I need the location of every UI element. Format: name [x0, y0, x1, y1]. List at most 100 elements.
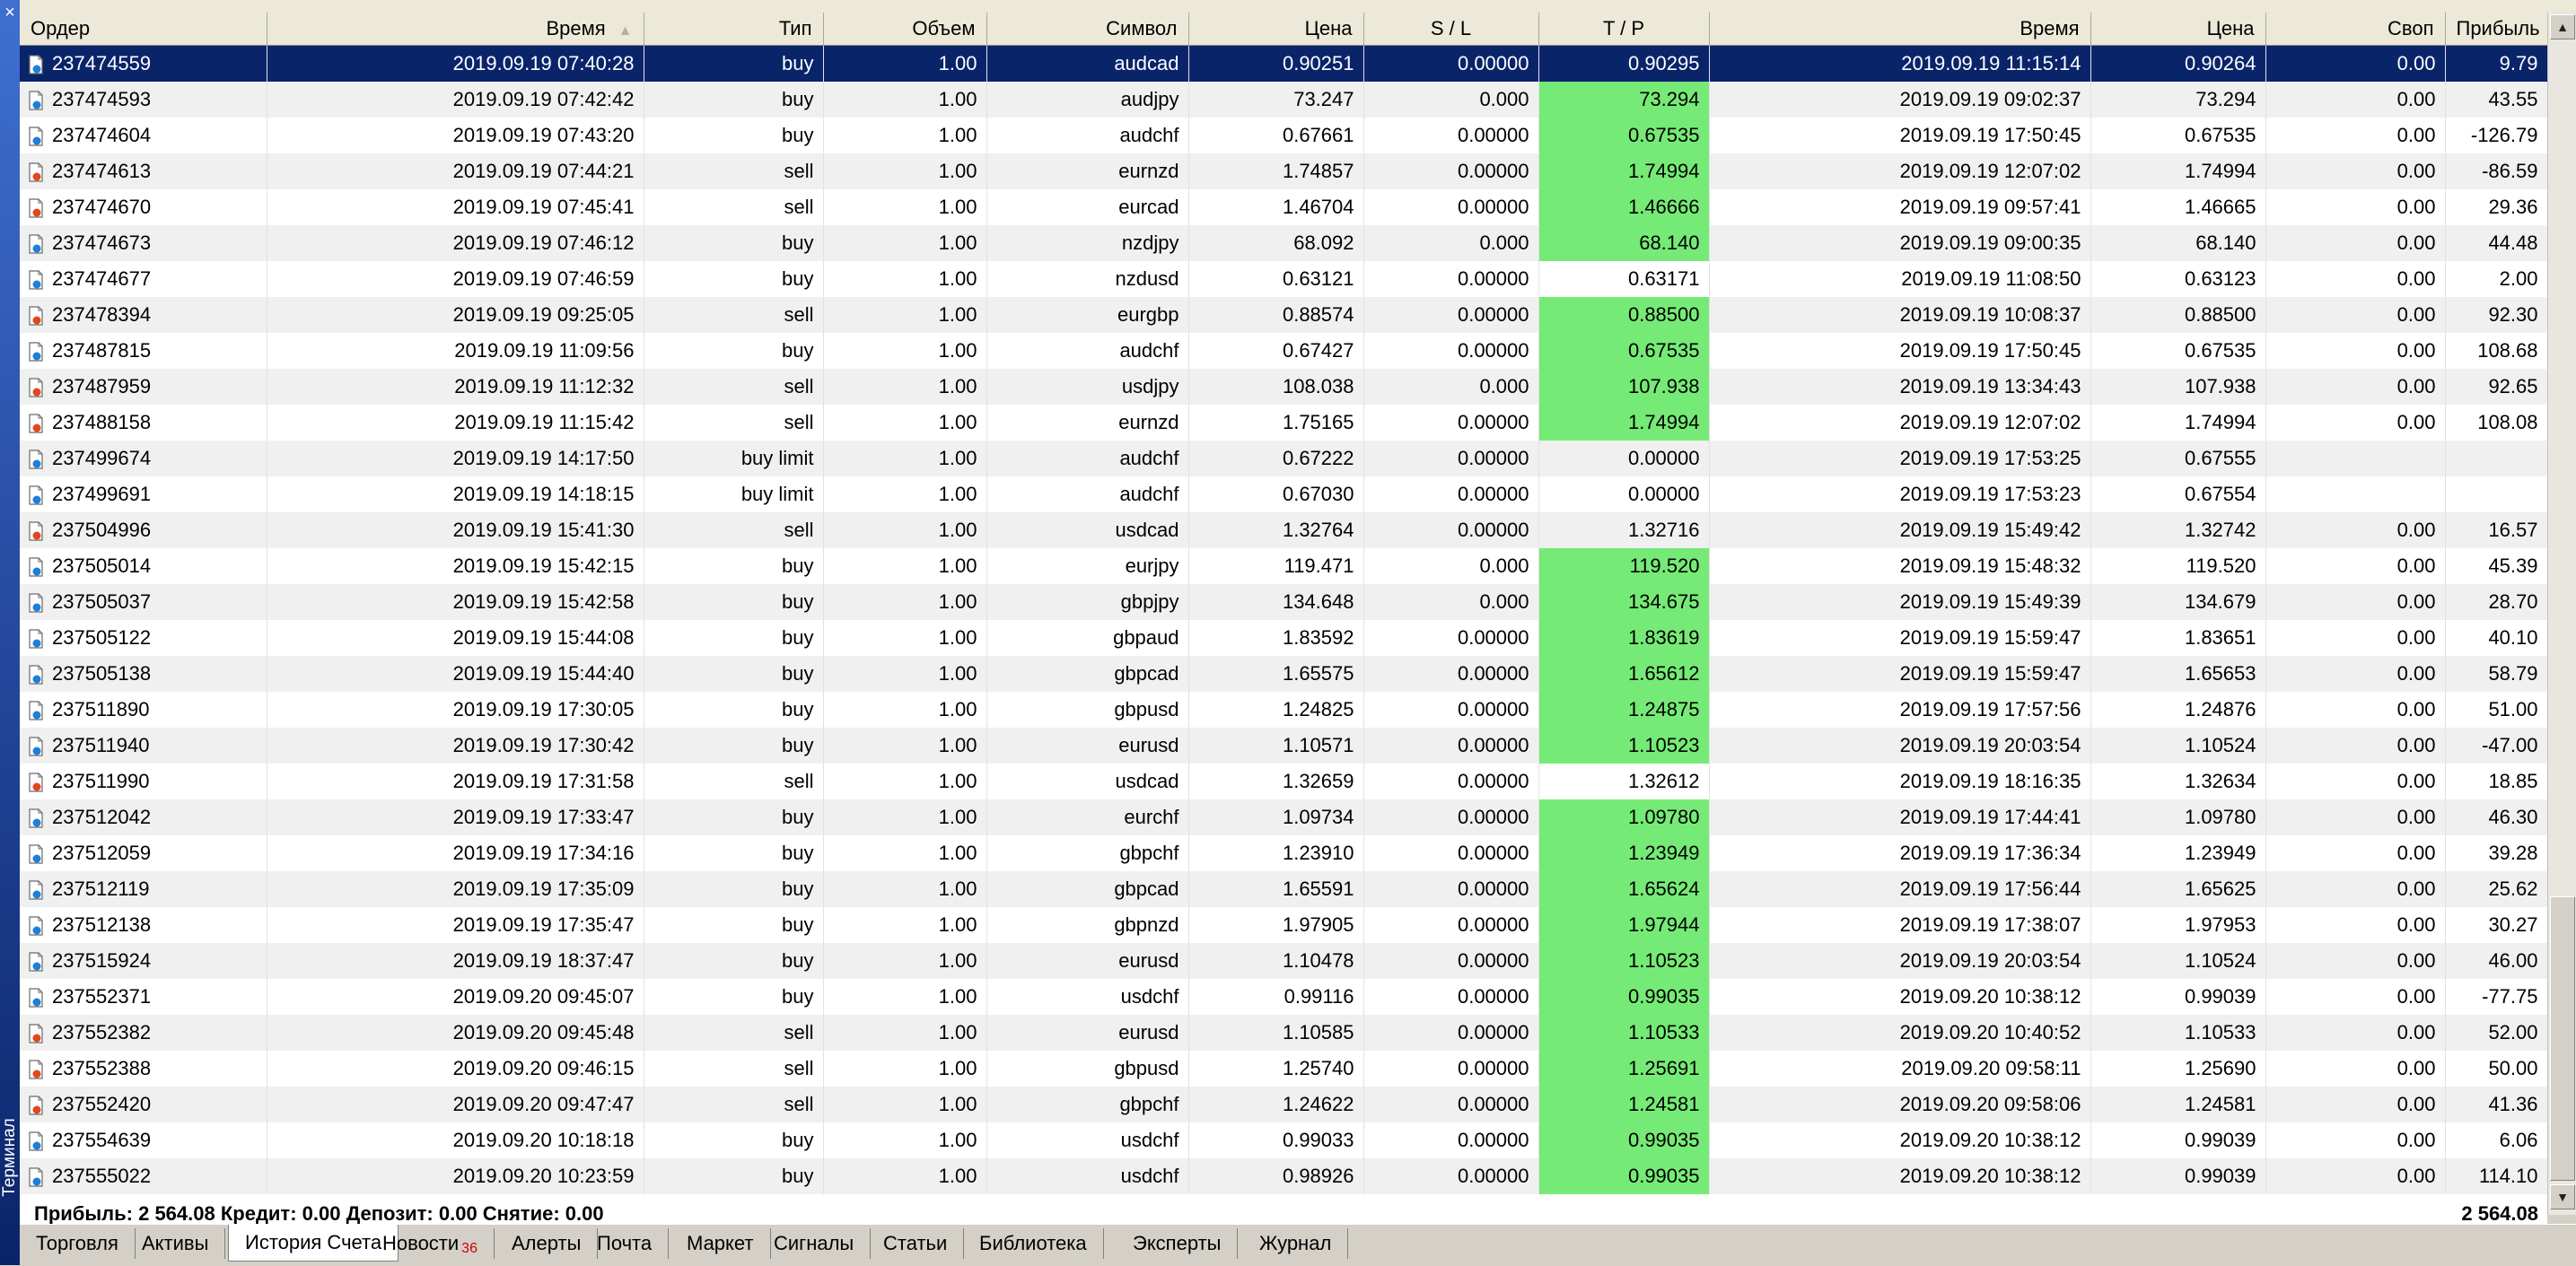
- table-row[interactable]: 237499674 2019.09.19 14:17:50 buy limit 1.0…: [20, 441, 2547, 476]
- column-header-price[interactable]: Цена: [1188, 13, 1364, 46]
- table-row[interactable]: 237488158 2019.09.19 11:15:42 sell 1.00 eurn…: [20, 405, 2547, 441]
- table-row[interactable]: 237478394 2019.09.19 09:25:05 sell 1.00 eurg…: [20, 297, 2547, 333]
- column-header-swap[interactable]: Своп: [2265, 13, 2446, 46]
- column-header-order[interactable]: Ордер: [20, 13, 267, 46]
- cell-profit: 18.85: [2445, 764, 2547, 799]
- table-row[interactable]: 237474593 2019.09.19 07:42:42 buy 1.00 audjp…: [20, 82, 2547, 118]
- cell-open-time: 2019.09.19 15:42:58: [267, 584, 644, 620]
- cell-type: buy: [644, 333, 824, 369]
- cell-open-time: 2019.09.19 17:35:09: [267, 871, 644, 907]
- order-number: 237511990: [52, 770, 150, 792]
- cell-order: 237511940: [20, 728, 267, 764]
- table-row[interactable]: 237474673 2019.09.19 07:46:12 buy 1.00 nzdjp…: [20, 225, 2547, 261]
- table-row[interactable]: 237505037 2019.09.19 15:42:58 buy 1.00 gbpjp…: [20, 584, 2547, 620]
- column-header-tp[interactable]: T / P: [1538, 13, 1710, 46]
- tab-8[interactable]: Статьи: [867, 1228, 965, 1259]
- vertical-scrollbar[interactable]: ▲ ▼: [2547, 13, 2576, 1215]
- cell-price: 73.247: [1188, 82, 1364, 118]
- table-row[interactable]: 237511990 2019.09.19 17:31:58 sell 1.00 usdc…: [20, 764, 2547, 799]
- table-row[interactable]: 237512059 2019.09.19 17:34:16 buy 1.00 gbpch…: [20, 835, 2547, 871]
- tab-5[interactable]: Почта: [581, 1228, 670, 1259]
- order-number: 237512059: [52, 842, 152, 864]
- table-row[interactable]: 237474677 2019.09.19 07:46:59 buy 1.00 nzdus…: [20, 261, 2547, 297]
- buy-order-icon: [29, 342, 45, 362]
- cell-profit: -126.79: [2445, 118, 2547, 153]
- tab-10[interactable]: Эксперты: [1117, 1228, 1239, 1259]
- tab-9[interactable]: Библиотека: [963, 1228, 1104, 1259]
- cell-volume: 1.00: [823, 620, 987, 656]
- cell-close-time: 2019.09.20 10:38:12: [1709, 979, 2091, 1015]
- cell-close-price: 1.32634: [2090, 764, 2266, 799]
- table-row[interactable]: 237474604 2019.09.19 07:43:20 buy 1.00 audch…: [20, 118, 2547, 153]
- cell-tp: 0.67535: [1538, 333, 1710, 369]
- cell-close-price: 0.99039: [2090, 1158, 2266, 1194]
- cell-profit: 45.39: [2445, 548, 2547, 584]
- cell-tp: 0.67535: [1538, 118, 1710, 153]
- cell-tp: 1.23949: [1538, 835, 1710, 871]
- scroll-up-icon[interactable]: ▲: [2550, 14, 2575, 39]
- tab-label: Эксперты: [1133, 1232, 1222, 1254]
- column-header-type[interactable]: Тип: [644, 13, 824, 46]
- tab-11[interactable]: Журнал: [1243, 1228, 1349, 1259]
- cell-volume: 1.00: [823, 153, 987, 189]
- cell-close-time: 2019.09.19 17:53:23: [1709, 476, 2091, 512]
- column-header-open-time[interactable]: Время ▲: [267, 13, 644, 46]
- column-header-volume[interactable]: Объем: [823, 13, 987, 46]
- cell-volume: 1.00: [823, 979, 987, 1015]
- tab-0[interactable]: Торговля: [20, 1228, 136, 1259]
- tab-7[interactable]: Сигналы: [758, 1228, 872, 1259]
- cell-swap: 0.00: [2265, 943, 2446, 979]
- cell-volume: 1.00: [823, 225, 987, 261]
- cell-close-time: 2019.09.19 13:34:43: [1709, 369, 2091, 405]
- cell-open-time: 2019.09.19 11:15:42: [267, 405, 644, 441]
- column-header-close-price[interactable]: Цена: [2090, 13, 2266, 46]
- table-row[interactable]: 237511940 2019.09.19 17:30:42 buy 1.00 eurus…: [20, 728, 2547, 764]
- column-header-profit[interactable]: Прибыль: [2445, 13, 2547, 46]
- cell-profit: [2445, 476, 2547, 512]
- table-row[interactable]: 237487815 2019.09.19 11:09:56 buy 1.00 audch…: [20, 333, 2547, 369]
- column-header-symbol[interactable]: Символ: [986, 13, 1189, 46]
- tab-3[interactable]: Новости 36: [366, 1228, 495, 1259]
- column-header-close-time[interactable]: Время: [1709, 13, 2091, 46]
- tab-6[interactable]: Маркет: [670, 1228, 771, 1259]
- sell-order-icon: [29, 306, 45, 326]
- table-row[interactable]: 237474559 2019.09.19 07:40:28 buy 1.00 audca…: [20, 45, 2547, 82]
- cell-type: sell: [644, 764, 824, 799]
- table-row[interactable]: 237474613 2019.09.19 07:44:21 sell 1.00 eurn…: [20, 153, 2547, 189]
- tab-1[interactable]: Активы: [126, 1228, 226, 1259]
- table-row[interactable]: 237512042 2019.09.19 17:33:47 buy 1.00 eurch…: [20, 799, 2547, 835]
- close-icon[interactable]: ×: [0, 2, 20, 23]
- column-header-label: Своп: [2388, 17, 2434, 39]
- table-row[interactable]: 237554639 2019.09.20 10:18:18 buy 1.00 usdch…: [20, 1122, 2547, 1158]
- table-row[interactable]: 237552420 2019.09.20 09:47:47 sell 1.00 gbpc…: [20, 1087, 2547, 1122]
- table-row[interactable]: 237511890 2019.09.19 17:30:05 buy 1.00 gbpus…: [20, 692, 2547, 728]
- cell-swap: 0.00: [2265, 692, 2446, 728]
- scroll-down-icon[interactable]: ▼: [2550, 1184, 2575, 1209]
- column-header-sl[interactable]: S / L: [1363, 13, 1539, 46]
- table-row[interactable]: 237504996 2019.09.19 15:41:30 sell 1.00 usdc…: [20, 512, 2547, 548]
- table-row[interactable]: 237552388 2019.09.20 09:46:15 sell 1.00 gbpu…: [20, 1051, 2547, 1087]
- cell-swap: 0.00: [2265, 189, 2446, 225]
- table-row[interactable]: 237555022 2019.09.20 10:23:59 buy 1.00 usdch…: [20, 1158, 2547, 1194]
- cell-close-time: 2019.09.19 17:50:45: [1709, 333, 2091, 369]
- table-row[interactable]: 237515924 2019.09.19 18:37:47 buy 1.00 eurus…: [20, 943, 2547, 979]
- cell-price: 0.99033: [1188, 1122, 1364, 1158]
- table-row[interactable]: 237505122 2019.09.19 15:44:08 buy 1.00 gbpau…: [20, 620, 2547, 656]
- table-row[interactable]: 237487959 2019.09.19 11:12:32 sell 1.00 usdj…: [20, 369, 2547, 405]
- cell-symbol: gbpnzd: [986, 907, 1189, 943]
- cell-profit: 51.00: [2445, 692, 2547, 728]
- table-row[interactable]: 237552382 2019.09.20 09:45:48 sell 1.00 euru…: [20, 1015, 2547, 1051]
- table-row[interactable]: 237512138 2019.09.19 17:35:47 buy 1.00 gbpnz…: [20, 907, 2547, 943]
- table-row[interactable]: 237474670 2019.09.19 07:45:41 sell 1.00 eurc…: [20, 189, 2547, 225]
- cell-type: sell: [644, 369, 824, 405]
- table-row[interactable]: 237505014 2019.09.19 15:42:15 buy 1.00 eurjp…: [20, 548, 2547, 584]
- scroll-thumb[interactable]: [2550, 896, 2575, 1181]
- cell-open-time: 2019.09.19 15:42:15: [267, 548, 644, 584]
- summary-total: 2 564.08: [2461, 1206, 2538, 1224]
- cell-sl: 0.00000: [1363, 512, 1539, 548]
- table-row[interactable]: 237512119 2019.09.19 17:35:09 buy 1.00 gbpca…: [20, 871, 2547, 907]
- table-row[interactable]: 237505138 2019.09.19 15:44:40 buy 1.00 gbpca…: [20, 656, 2547, 692]
- table-row[interactable]: 237499691 2019.09.19 14:18:15 buy limit 1.0…: [20, 476, 2547, 512]
- table-row[interactable]: 237552371 2019.09.20 09:45:07 buy 1.00 usdch…: [20, 979, 2547, 1015]
- cell-price: 108.038: [1188, 369, 1364, 405]
